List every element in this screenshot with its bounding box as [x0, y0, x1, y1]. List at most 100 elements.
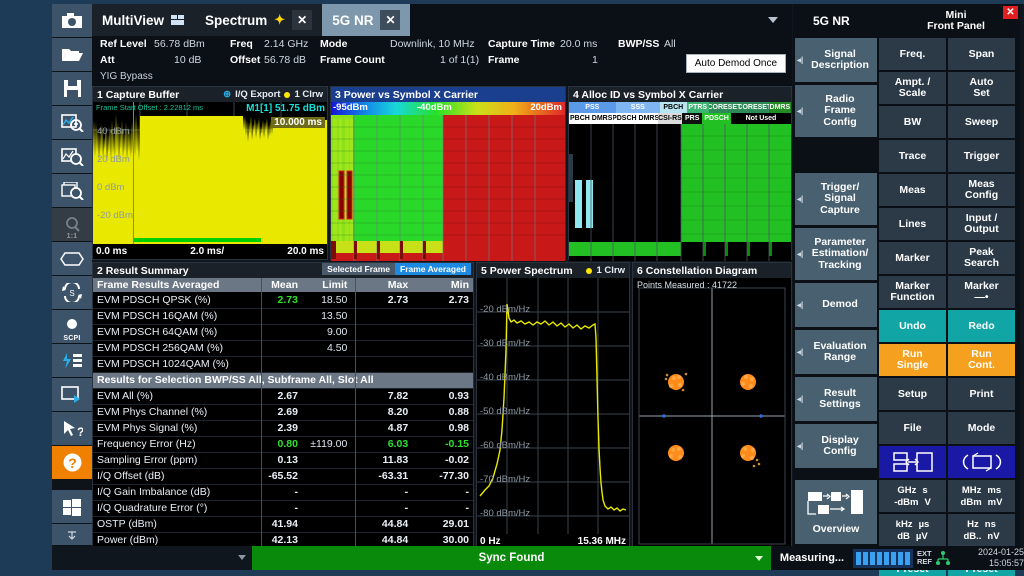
hardkey-auto-set[interactable]: AutoSet: [948, 72, 1015, 104]
hardkey-run-cont[interactable]: RunCont.: [948, 344, 1015, 376]
table-row[interactable]: EVM PDSCH 16QAM (%)13.50: [93, 308, 473, 324]
status-left-dropdown[interactable]: [52, 546, 252, 570]
table-row[interactable]: EVM Phys Signal (%)2.394.870.98: [93, 420, 473, 436]
freq-value[interactable]: 2.14 GHz: [264, 38, 308, 50]
hardkey-ampt-scale[interactable]: Ampt. /Scale: [879, 72, 946, 104]
hardkey-meas[interactable]: Meas: [879, 174, 946, 206]
window-alloc-id[interactable]: 4 Alloc ID vs Symbol X Carrier PSS SSS P…: [568, 86, 792, 260]
hardkey-freq[interactable]: Freq.: [879, 38, 946, 70]
save-icon[interactable]: [52, 72, 92, 106]
tab-spectrum[interactable]: Spectrum ✦ ✕: [195, 4, 322, 36]
auto-demod-once-button[interactable]: Auto Demod Once: [686, 54, 786, 73]
zoom-trace-icon[interactable]: [52, 106, 92, 140]
table-row[interactable]: EVM PDSCH QPSK (%)2.7318.502.732.73: [93, 292, 473, 308]
mode-value[interactable]: Downlink, 10 MHz: [390, 38, 475, 50]
hardkey-mode[interactable]: Mode: [948, 412, 1015, 444]
trigger-list-icon[interactable]: [52, 344, 92, 378]
tab-bar-overflow[interactable]: [410, 4, 792, 36]
table-row[interactable]: I/Q Quadrature Error (°)---: [93, 500, 473, 516]
close-icon[interactable]: ✕: [1003, 6, 1018, 19]
windows-icon[interactable]: [52, 490, 92, 524]
offset-value[interactable]: 56.78 dB: [264, 54, 306, 66]
window-constellation[interactable]: 6 Constellation Diagram: [632, 262, 792, 550]
table-row[interactable]: EVM PDSCH 256QAM (%)4.50: [93, 340, 473, 356]
overview-button[interactable]: Overview: [795, 480, 877, 544]
table-row[interactable]: Frequency Error (Hz)0.80±119.006.03-0.15: [93, 436, 473, 452]
hardkey-span[interactable]: Span: [948, 38, 1015, 70]
tab-spectrum-close-icon[interactable]: ✕: [292, 10, 312, 30]
softkey-demod[interactable]: ◂|Demod: [795, 283, 877, 327]
ref-level-value[interactable]: 56.78 dBm: [154, 38, 205, 50]
cycle-window-icon[interactable]: [948, 446, 1015, 478]
softkey-result-settings[interactable]: ◂|ResultSettings: [795, 377, 877, 421]
hardkey-input-output[interactable]: Input /Output: [948, 208, 1015, 240]
window-power-spectrum[interactable]: 5 Power Spectrum 1 Clrw -20 dBm/Hz -30 d…: [476, 262, 630, 550]
tab-multiview[interactable]: MultiView: [92, 4, 195, 36]
iq-export-icon[interactable]: ⊕: [223, 89, 231, 100]
collapse-icon[interactable]: [52, 524, 92, 546]
fullscreen-icon[interactable]: [52, 242, 92, 276]
status-sync-found[interactable]: Sync Found: [252, 546, 771, 570]
table-row[interactable]: Sampling Error (ppm)0.1311.83-0.02: [93, 452, 473, 468]
window-capture-buffer[interactable]: 1 Capture Buffer ⊕ I/Q Export 1 Clrw: [92, 86, 328, 260]
table-row[interactable]: I/Q Gain Imbalance (dB)---: [93, 484, 473, 500]
tab-5g-nr-close-icon[interactable]: ✕: [380, 10, 400, 30]
hardkey-print[interactable]: Print: [948, 378, 1015, 410]
frame-value[interactable]: 1: [592, 54, 598, 66]
power-vs-symbol-plot[interactable]: [331, 115, 565, 261]
hardkey-unit-ghz-s[interactable]: GHzs-dBmV: [879, 480, 946, 512]
toggle-selected-frame[interactable]: Selected Frame: [322, 263, 395, 275]
sequencer-icon[interactable]: S: [52, 276, 92, 310]
hardkey-setup[interactable]: Setup: [879, 378, 946, 410]
att-value[interactable]: 10 dB: [174, 54, 201, 66]
bwp-ss-value[interactable]: All: [664, 38, 676, 50]
multi-zoom-icon[interactable]: [52, 174, 92, 208]
hardkey-redo[interactable]: Redo: [948, 310, 1015, 342]
hardkey-trace[interactable]: Trace: [879, 140, 946, 172]
hardkey-lines[interactable]: Lines: [879, 208, 946, 240]
capture-time-value[interactable]: 20.0 ms: [560, 38, 597, 50]
tab-5g-nr[interactable]: 5G NR ✕: [322, 4, 410, 36]
split-window-icon[interactable]: [879, 446, 946, 478]
table-row[interactable]: EVM PDSCH 1024QAM (%): [93, 356, 473, 372]
zoom-reset-1to1-icon[interactable]: 1:1: [52, 208, 92, 242]
iq-export-label[interactable]: I/Q Export: [235, 89, 280, 100]
table-row[interactable]: EVM All (%)2.677.820.93: [93, 388, 473, 404]
hardkey-marker-function[interactable]: MarkerFunction: [879, 276, 946, 308]
capture-buffer-plot[interactable]: Frame Start Offset : 2.22812 ms M1[1] 51…: [93, 102, 327, 244]
softkey-trigger-signal-capture[interactable]: ◂|Trigger/SignalCapture: [795, 173, 877, 225]
hardkey-peak-search[interactable]: PeakSearch: [948, 242, 1015, 274]
hardkey-run-single[interactable]: RunSingle: [879, 344, 946, 376]
softkey-radio-frame-config[interactable]: ◂|RadioFrameConfig: [795, 85, 877, 137]
table-row[interactable]: I/Q Offset (dB)-65.52-63.31-77.30: [93, 468, 473, 484]
hardkey-file[interactable]: File: [879, 412, 946, 444]
folder-open-icon[interactable]: [52, 38, 92, 72]
constellation-plot[interactable]: Points Measured : 41722: [633, 278, 791, 550]
window-result-summary[interactable]: 2 Result Summary Selected Frame Frame Av…: [92, 262, 474, 550]
hardkey-unit-khz-us[interactable]: kHzµsdBµV: [879, 514, 946, 546]
alloc-id-plot[interactable]: [569, 124, 791, 261]
hardkey-marker[interactable]: Marker: [879, 242, 946, 274]
frame-count-value[interactable]: 1 of 1(1): [440, 54, 479, 66]
hardkey-unit-hz-ns[interactable]: HznsdB..nV: [948, 514, 1015, 546]
toggle-frame-averaged[interactable]: Frame Averaged: [395, 263, 471, 275]
hardkey-meas-config[interactable]: MeasConfig: [948, 174, 1015, 206]
hardkey-sweep[interactable]: Sweep: [948, 106, 1015, 138]
camera-icon[interactable]: [52, 4, 92, 38]
power-spectrum-plot[interactable]: -20 dBm/Hz -30 dBm/Hz -40 dBm/Hz -50 dBm…: [477, 278, 629, 534]
table-row[interactable]: EVM Phys Channel (%)2.698.200.88: [93, 404, 473, 420]
window-power-vs-symbol[interactable]: 3 Power vs Symbol X Carrier -95dBm -40dB…: [330, 86, 566, 260]
hardkey-undo[interactable]: Undo: [879, 310, 946, 342]
zoom-icon[interactable]: [52, 140, 92, 174]
hardkey-marker-to[interactable]: Marker—•: [948, 276, 1015, 308]
softkey-signal-description[interactable]: ◂|SignalDescription: [795, 38, 877, 82]
chevron-down-icon[interactable]: [768, 17, 778, 23]
table-row[interactable]: EVM PDSCH 64QAM (%)9.00: [93, 324, 473, 340]
hardkey-trigger[interactable]: Trigger: [948, 140, 1015, 172]
window-export-icon[interactable]: [52, 378, 92, 412]
hardkey-unit-mhz-ms[interactable]: MHzmsdBmmV: [948, 480, 1015, 512]
table-row[interactable]: OSTP (dBm)41.9444.8429.01: [93, 516, 473, 532]
pointer-help-icon[interactable]: ?: [52, 412, 92, 446]
hardkey-bw[interactable]: BW: [879, 106, 946, 138]
scpi-icon[interactable]: SCPI: [52, 310, 92, 344]
